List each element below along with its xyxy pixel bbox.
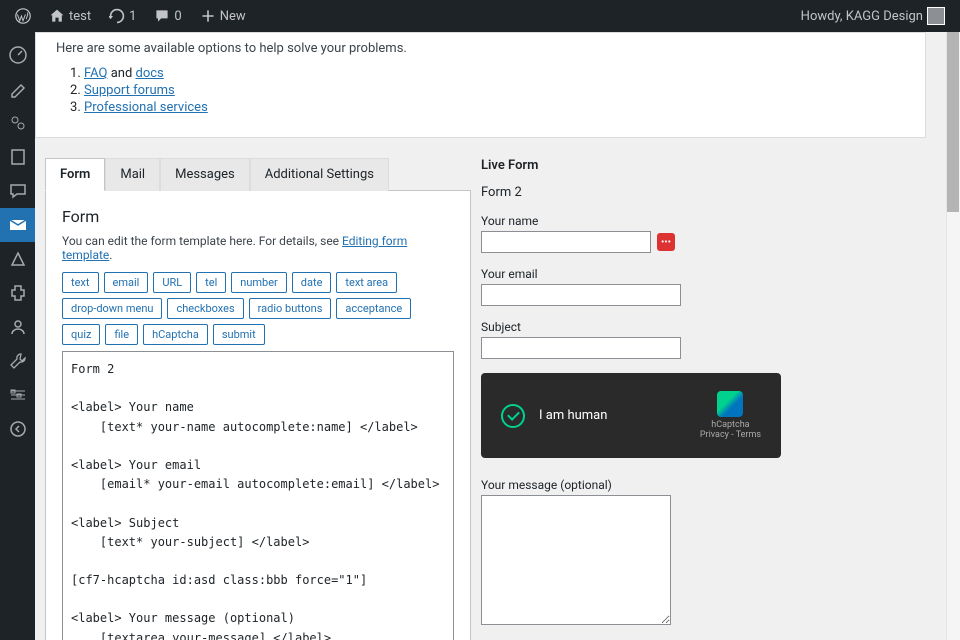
tag-text-area[interactable]: text area [336, 272, 397, 293]
help-intro: Here are some available options to help … [56, 41, 905, 56]
form-panel: Form You can edit the form template here… [45, 190, 471, 640]
tag-quiz[interactable]: quiz [62, 324, 100, 345]
account-link[interactable]: Howdy, KAGG Design [794, 0, 952, 32]
live-form-title: Form 2 [481, 185, 926, 200]
tag-acceptance[interactable]: acceptance [336, 298, 411, 319]
sidebar-collapse[interactable] [0, 412, 35, 446]
tag-radio-buttons[interactable]: radio buttons [249, 298, 332, 319]
new-label: New [220, 9, 246, 24]
editor-columns: Form Mail Messages Additional Settings F… [35, 158, 946, 640]
new-content-link[interactable]: New [193, 0, 253, 32]
sidebar-users[interactable] [0, 310, 35, 344]
wp-logo[interactable] [8, 0, 38, 32]
tag-tel[interactable]: tel [196, 272, 226, 293]
live-form-heading: Live Form [481, 158, 926, 173]
comments-link[interactable]: 0 [147, 0, 188, 32]
tab-messages[interactable]: Messages [160, 158, 250, 191]
required-badge: ••• [657, 233, 675, 251]
page-scrollbar[interactable] [946, 32, 960, 640]
howdy-text: Howdy, KAGG Design [801, 9, 923, 24]
tab-additional[interactable]: Additional Settings [250, 158, 389, 191]
hcaptcha-logo: hCaptcha Privacy - Terms [700, 391, 761, 440]
subject-input[interactable] [481, 337, 681, 359]
sidebar-contact[interactable] [0, 208, 35, 242]
name-label: Your name [481, 214, 926, 228]
sidebar-pages[interactable] [0, 140, 35, 174]
support-link[interactable]: Support forums [84, 83, 175, 98]
right-column: Live Form Form 2 Your name ••• Your emai… [481, 158, 926, 640]
tag-checkboxes[interactable]: checkboxes [167, 298, 243, 319]
left-column: Form Mail Messages Additional Settings F… [45, 158, 471, 640]
message-label: Your message (optional) [481, 478, 926, 492]
tab-mail[interactable]: Mail [105, 158, 160, 191]
panel-heading: Form [62, 207, 454, 226]
help-item-support: Support forums [84, 83, 905, 98]
help-panel: Here are some available options to help … [35, 32, 926, 138]
tag-email[interactable]: email [104, 272, 149, 293]
tag-drop-down-menu[interactable]: drop-down menu [62, 298, 162, 319]
toolbar-right: Howdy, KAGG Design [794, 0, 952, 32]
message-textarea[interactable] [481, 495, 671, 625]
updates-link[interactable]: 1 [102, 0, 143, 32]
field-subject: Subject [481, 320, 926, 359]
tag-date[interactable]: date [292, 272, 332, 293]
email-label: Your email [481, 267, 926, 281]
admin-sidebar [0, 32, 35, 640]
tag-submit[interactable]: submit [213, 324, 265, 345]
docs-link[interactable]: docs [136, 66, 164, 81]
avatar [927, 7, 945, 25]
tag-hCaptcha[interactable]: hCaptcha [143, 324, 208, 345]
help-item-faq: FAQ and docs [84, 66, 905, 81]
subject-label: Subject [481, 320, 926, 334]
tag-buttons: textemailURLtelnumberdatetext area drop-d… [62, 272, 454, 345]
scroll-thumb[interactable] [947, 32, 959, 212]
tag-URL[interactable]: URL [153, 272, 191, 293]
tab-form[interactable]: Form [45, 158, 105, 191]
tag-text[interactable]: text [62, 272, 99, 293]
sidebar-posts[interactable] [0, 72, 35, 106]
admin-toolbar: test 1 0 New Howdy, KAGG Design [0, 0, 960, 32]
sidebar-appearance[interactable] [0, 242, 35, 276]
comments-count: 0 [174, 9, 181, 24]
updates-count: 1 [129, 9, 136, 24]
name-input[interactable] [481, 231, 651, 253]
tag-file[interactable]: file [105, 324, 138, 345]
hcaptcha-check-icon [501, 404, 525, 428]
sidebar-dashboard[interactable] [0, 38, 35, 72]
field-message: Your message (optional) [481, 478, 926, 629]
field-email: Your email [481, 267, 926, 306]
panel-hint: You can edit the form template here. For… [62, 234, 454, 262]
hcaptcha-text: I am human [539, 408, 607, 423]
tab-bar: Form Mail Messages Additional Settings [45, 158, 471, 191]
form-code-editor[interactable] [62, 351, 454, 640]
sidebar-comments[interactable] [0, 174, 35, 208]
pro-link[interactable]: Professional services [84, 100, 208, 115]
hcaptcha-logo-icon [717, 391, 743, 417]
toolbar-left: test 1 0 New [8, 0, 253, 32]
sidebar-settings[interactable] [0, 378, 35, 412]
site-name-link[interactable]: test [42, 0, 98, 32]
site-name: test [69, 9, 91, 24]
tag-number[interactable]: number [231, 272, 287, 293]
sidebar-media[interactable] [0, 106, 35, 140]
field-name: Your name ••• [481, 214, 926, 253]
sidebar-plugins[interactable] [0, 276, 35, 310]
help-item-pro: Professional services [84, 100, 905, 115]
sidebar-tools[interactable] [0, 344, 35, 378]
hcaptcha-widget[interactable]: I am human hCaptcha Privacy - Terms [481, 373, 781, 458]
faq-link[interactable]: FAQ [84, 66, 107, 81]
main-content: Here are some available options to help … [35, 32, 946, 640]
email-input[interactable] [481, 284, 681, 306]
